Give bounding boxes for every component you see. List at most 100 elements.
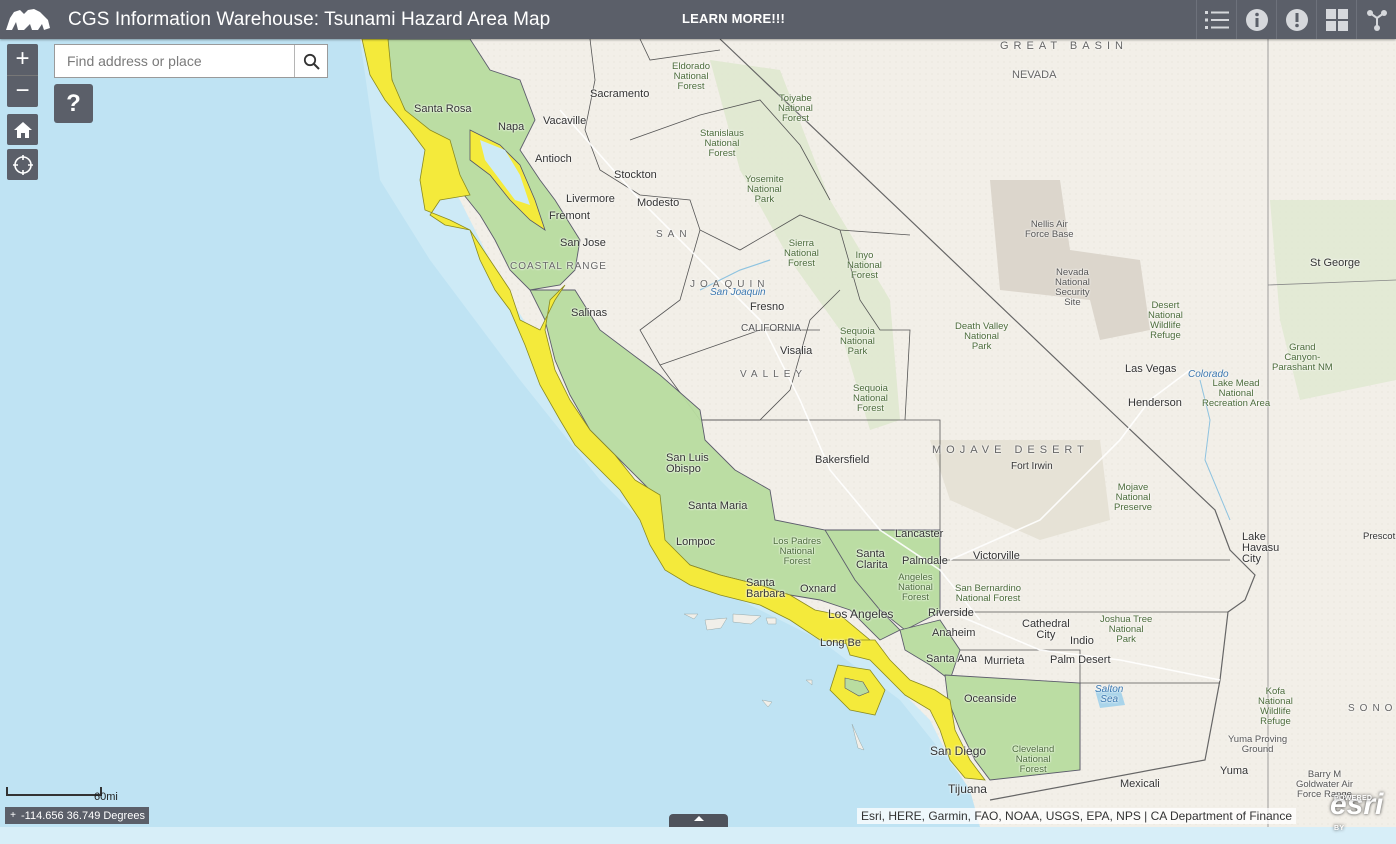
zoom-control: + − (7, 44, 38, 107)
park-label: Stanislaus National Forest (700, 128, 744, 159)
learn-more-link[interactable]: LEARN MORE!!! (682, 11, 785, 26)
city-label: Lompoc (676, 536, 716, 548)
park-label: Mojave National Preserve (1114, 482, 1153, 513)
zoom-in-button[interactable]: + (7, 44, 38, 75)
city-label: Lake Havasu City (1242, 531, 1280, 565)
city-label: Antioch (535, 153, 572, 165)
park-label: Toiyabe National Forest (778, 93, 813, 124)
city-label: St George (1310, 257, 1361, 269)
city-label: Victorville (973, 550, 1020, 562)
region-label-coastal-range: COASTAL RANGE (510, 261, 607, 272)
city-label: Long Be (820, 637, 861, 649)
place-label: Fort Irwin (1011, 461, 1053, 472)
app-header: CGS Information Warehouse: Tsunami Hazar… (0, 0, 1396, 39)
park-label: Los Padres National Forest (773, 536, 822, 567)
app-title: CGS Information Warehouse: Tsunami Hazar… (68, 8, 551, 30)
city-label: Stockton (614, 169, 657, 181)
city-label: San Jose (560, 237, 606, 249)
city-label: Sacramento (590, 88, 650, 100)
city-label: Santa Barbara (746, 577, 786, 600)
city-label: Fremont (549, 210, 590, 222)
park-label: Yuma Proving Ground (1228, 734, 1288, 755)
region-label-mojave: MOJAVE DESERT (932, 444, 1089, 456)
park-label: Grand Canyon- Parashant NM (1272, 342, 1333, 373)
city-label: Modesto (637, 197, 680, 209)
share-icon[interactable] (1356, 0, 1396, 39)
search-box (54, 44, 328, 78)
city-label: Oxnard (800, 583, 837, 595)
list-icon[interactable] (1196, 0, 1236, 39)
park-label: Lake Mead National Recreation Area (1202, 378, 1271, 409)
city-label: Henderson (1128, 397, 1182, 409)
park-label: Eldorado National Forest (672, 61, 711, 92)
alert-icon[interactable] (1276, 0, 1316, 39)
city-label: San Diego (930, 744, 987, 758)
search-button[interactable] (294, 45, 327, 77)
city-label: Las Vegas (1125, 363, 1177, 375)
map-view[interactable]: GREAT BASIN NEVADA MOJAVE DESERT CALIFOR… (0, 39, 1396, 827)
park-label: Sequoia National Park (840, 326, 875, 357)
park-label: Desert National Wildlife Refuge (1148, 300, 1183, 341)
park-label: Nevada National Security Site (1055, 267, 1090, 308)
park-label: Cleveland National Forest (1012, 744, 1055, 775)
region-label-great-basin: GREAT BASIN (1000, 40, 1128, 52)
state-label-california: CALIFORNIA (741, 323, 802, 334)
scale-bar (6, 787, 102, 796)
city-label: Livermore (566, 193, 615, 205)
park-label: Kofa National Wildlife Refuge (1258, 686, 1293, 727)
crosshair-small-icon[interactable]: + (5, 810, 21, 821)
esri-powered-by: POWERED BY (1334, 795, 1373, 832)
region-label-sono: SONO (1348, 703, 1396, 714)
region-label-san: SAN (656, 229, 692, 240)
city-label: Visalia (780, 345, 813, 357)
park-label: Sierra National Forest (784, 238, 819, 269)
home-button[interactable] (7, 114, 38, 145)
park-label: Death Valley National Park (955, 321, 1009, 352)
info-icon[interactable] (1236, 0, 1276, 39)
region-label-valley: VALLEY (740, 369, 808, 380)
attribution: Esri, HERE, Garmin, FAO, NOAA, USGS, EPA… (857, 808, 1297, 824)
water-label: Salton Sea (1095, 684, 1124, 705)
park-label: Inyo National Forest (847, 250, 882, 281)
coordinate-value: -114.656 36.749 Degrees (21, 809, 145, 822)
city-label: Napa (498, 121, 525, 133)
search-input[interactable] (55, 45, 294, 77)
park-label: Sequoia National Forest (853, 383, 888, 414)
city-label: Santa Ana (926, 653, 977, 665)
locate-button[interactable] (7, 149, 38, 180)
city-label: Los Angeles (828, 607, 894, 621)
city-label: Yuma (1220, 765, 1249, 777)
water-label: San Joaquin (710, 287, 766, 298)
park-label: Nellis Air Force Base (1025, 219, 1074, 240)
city-label: Anaheim (932, 627, 976, 639)
city-label: San Luis Obispo (666, 452, 709, 475)
zoom-out-button[interactable]: − (7, 76, 38, 107)
city-label: Mexicali (1120, 778, 1160, 790)
city-label: Santa Rosa (414, 103, 472, 115)
city-label: Bakersfield (815, 454, 870, 466)
city-label: Riverside (928, 607, 974, 619)
city-label: Fresno (750, 301, 785, 313)
scale-label: 60mi (94, 791, 118, 803)
city-label: Tijuana (948, 782, 987, 796)
city-label: Palmdale (902, 555, 948, 567)
grid-icon[interactable] (1316, 0, 1356, 39)
coordinate-readout: + -114.656 36.749 Degrees (5, 807, 149, 824)
chevron-up-icon (693, 816, 704, 821)
city-label: Lancaster (895, 528, 944, 540)
city-label: Prescot (1363, 531, 1396, 542)
bottom-panel-toggle[interactable] (669, 814, 728, 827)
park-label: Yosemite National Park (745, 174, 784, 205)
park-label: San Bernardino National Forest (955, 583, 1022, 604)
search-icon (303, 53, 320, 70)
home-icon (13, 121, 32, 138)
state-label-nevada: NEVADA (1012, 69, 1057, 81)
park-label: Joshua Tree National Park (1100, 614, 1153, 645)
basemap (0, 39, 1396, 827)
city-label: Salinas (571, 307, 608, 319)
city-label: Indio (1070, 635, 1094, 647)
city-label: Murrieta (984, 655, 1025, 667)
city-label: Cathedral City (1022, 618, 1070, 641)
help-button[interactable]: ? (54, 84, 93, 123)
city-label: Oceanside (964, 693, 1017, 705)
